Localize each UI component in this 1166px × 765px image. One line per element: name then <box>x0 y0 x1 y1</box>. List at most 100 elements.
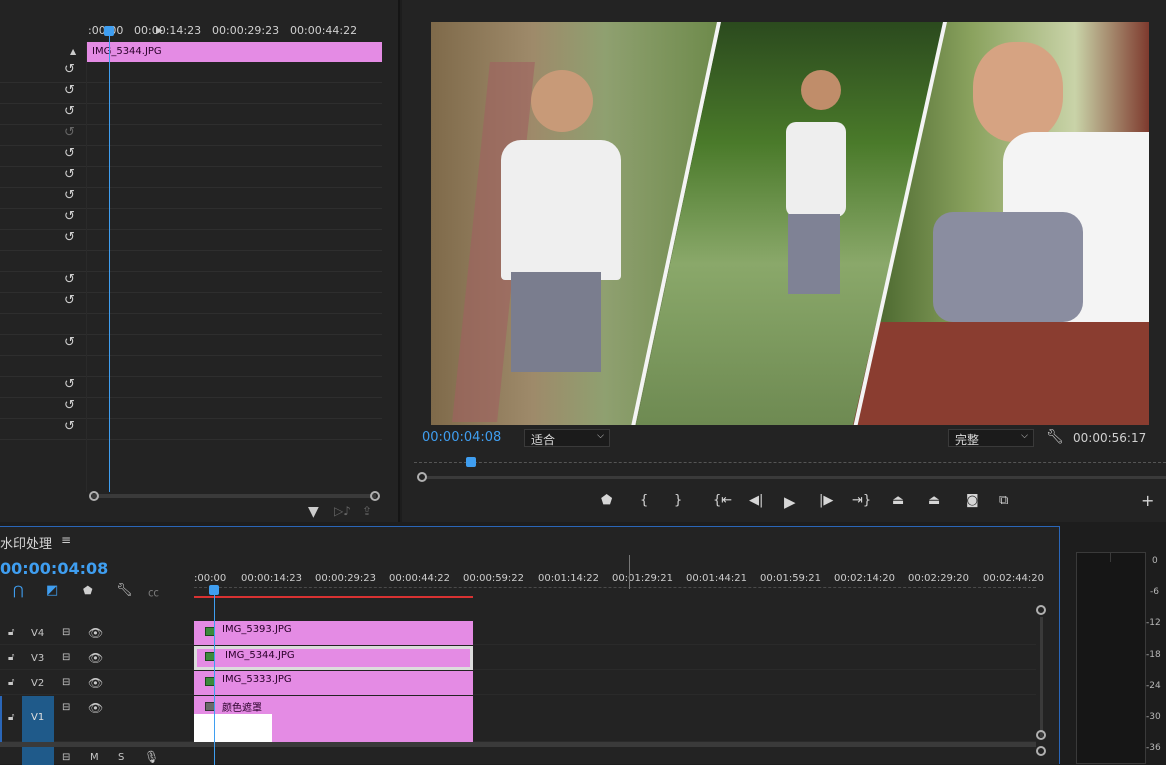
lock-icon[interactable]: 🔓︎ <box>8 677 14 688</box>
timeline-clip[interactable]: 颜色遮罩 <box>194 696 473 742</box>
reset-icon[interactable]: ↺ <box>64 209 75 224</box>
timeline-hscroll-handle[interactable] <box>1036 746 1046 756</box>
timeline-clip-selected[interactable]: IMG_5344.JPG <box>194 646 473 670</box>
monitor-current-time[interactable]: 00:00:04:08 <box>422 430 501 445</box>
snap-magnet-icon[interactable]: ⋂ <box>13 584 24 599</box>
reset-icon[interactable]: ↺ <box>64 104 75 119</box>
microphone-icon[interactable]: 🎙︎ <box>144 750 159 764</box>
track-divider[interactable] <box>0 742 1036 747</box>
go-to-out-icon[interactable]: ⇥} <box>852 493 871 508</box>
add-marker-icon[interactable]: ⬟ <box>83 584 93 597</box>
reset-icon[interactable]: ↺ <box>64 62 75 77</box>
fx-playhead[interactable] <box>109 30 110 492</box>
chevron-down-icon: ⌵ <box>1021 431 1028 441</box>
track-a1-target[interactable] <box>22 747 54 765</box>
lock-icon[interactable]: 🔓︎ <box>8 712 14 723</box>
sync-lock-icon[interactable]: ⊟ <box>62 677 70 688</box>
program-monitor-frame[interactable] <box>431 22 1149 425</box>
reset-icon: ↺ <box>64 125 75 140</box>
reset-icon[interactable]: ↺ <box>64 398 75 413</box>
meter-label: -30 <box>1146 712 1161 722</box>
timeline-vscroll-bottom[interactable] <box>1036 730 1046 740</box>
lift-icon[interactable]: ⏏ <box>892 493 904 508</box>
camera-icon[interactable]: ◙ <box>966 493 979 508</box>
reset-icon[interactable]: ↺ <box>64 272 75 287</box>
timeline-clip[interactable]: IMG_5333.JPG <box>194 671 473 695</box>
mute-button[interactable]: M <box>90 752 99 763</box>
lock-icon[interactable]: 🔓︎ <box>8 627 14 638</box>
monitor-scrollbar[interactable] <box>426 476 1166 479</box>
add-button-icon[interactable]: + <box>1141 491 1154 510</box>
timeline-ruler[interactable]: :00:00 00:00:14:23 00:00:29:23 00:00:44:… <box>194 555 1044 599</box>
fx-collapse-icon[interactable]: ▲ <box>70 47 76 56</box>
extract-icon[interactable]: ⏏ <box>928 493 940 508</box>
track-v1-target[interactable]: V1 <box>22 696 54 742</box>
quality-select-value: 完整 <box>955 433 980 447</box>
sequence-current-time[interactable]: 00:00:04:08 <box>0 559 108 578</box>
fx-divider <box>86 42 87 492</box>
quality-select[interactable]: 完整 ⌵ <box>948 429 1034 447</box>
timeline-vscrollbar[interactable] <box>1040 617 1043 737</box>
ruler-label: 00:01:29:21 <box>612 573 674 584</box>
wrench-icon[interactable]: 🔧︎ <box>1046 429 1064 445</box>
track-v1: 🔓︎ V1 ⊟ 👁︎ 颜色遮罩 <box>0 696 1036 742</box>
track-v3: 🔓︎ V3 ⊟ 👁︎ IMG_5344.JPG <box>0 646 1036 670</box>
reset-icon[interactable]: ↺ <box>64 83 75 98</box>
mark-in-icon[interactable]: { <box>640 493 648 508</box>
audio-clip-icon[interactable]: ▷♪ <box>334 504 351 518</box>
timeline-playhead-handle[interactable] <box>209 585 219 595</box>
linked-selection-icon[interactable]: ◩ <box>46 583 58 598</box>
sync-lock-icon[interactable]: ⊟ <box>62 752 70 763</box>
ruler-label: 00:02:29:20 <box>908 573 970 584</box>
effect-controls-ruler[interactable]: :00:00 00:00:14:23 00:00:29:23 00:00:44:… <box>86 0 382 44</box>
filter-icon[interactable]: ▼ <box>308 504 319 520</box>
monitor-mini-ruler[interactable] <box>414 462 1166 470</box>
sync-lock-icon[interactable]: ⊟ <box>62 652 70 663</box>
eye-icon[interactable]: 👁︎ <box>88 676 103 690</box>
step-forward-icon[interactable]: |▶ <box>819 493 833 508</box>
compare-view-icon[interactable]: ⧉ <box>999 493 1008 508</box>
audio-meter-panel: 0 -6 -12 -18 -24 -30 -36 <box>1062 526 1166 764</box>
reset-icon[interactable]: ↺ <box>64 146 75 161</box>
timeline-playhead[interactable] <box>214 587 215 765</box>
fx-scroll-right-handle[interactable] <box>370 491 380 501</box>
mark-out-icon[interactable]: } <box>674 493 682 508</box>
solo-button[interactable]: S <box>118 752 124 763</box>
wrench-icon[interactable]: 🔧︎ <box>116 583 133 598</box>
reset-icon[interactable]: ↺ <box>64 419 75 434</box>
zoom-select[interactable]: 适合 ⌵ <box>524 429 610 447</box>
timeline-vscroll-top[interactable] <box>1036 605 1046 615</box>
reset-icon[interactable]: ↺ <box>64 188 75 203</box>
reset-icon[interactable]: ↺ <box>64 167 75 182</box>
eye-icon[interactable]: 👁︎ <box>88 626 103 640</box>
eye-icon[interactable]: 👁︎ <box>88 651 103 665</box>
timeline-clip[interactable]: IMG_5393.JPG <box>194 621 473 645</box>
sequence-name[interactable]: 水印处理 <box>0 533 52 552</box>
fx-playhead-handle[interactable] <box>104 26 114 36</box>
export-icon[interactable]: ⇪ <box>362 504 372 518</box>
play-icon[interactable]: ▶ <box>784 493 796 511</box>
clip-thumbnail <box>194 714 272 742</box>
sync-lock-icon[interactable]: ⊟ <box>62 627 70 638</box>
go-to-in-icon[interactable]: {⇤ <box>713 493 732 508</box>
step-back-icon[interactable]: ◀| <box>749 493 763 508</box>
monitor-playhead-handle[interactable] <box>466 457 476 467</box>
monitor-scroll-left-handle[interactable] <box>417 472 427 482</box>
ruler-ticks <box>194 587 1036 595</box>
lock-icon[interactable]: 🔓︎ <box>8 652 14 663</box>
add-marker-icon[interactable]: ⬟ <box>601 493 612 508</box>
reset-icon[interactable]: ↺ <box>64 377 75 392</box>
fx-scrollbar[interactable] <box>92 494 376 498</box>
menu-icon[interactable]: ≡ <box>61 533 71 547</box>
fx-scroll-left-handle[interactable] <box>89 491 99 501</box>
reset-icon[interactable]: ↺ <box>64 293 75 308</box>
ruler-label: 00:01:44:21 <box>686 573 748 584</box>
eye-icon[interactable]: 👁︎ <box>88 701 103 715</box>
fx-tick-2: 00:00:29:23 <box>212 24 280 37</box>
fx-clip-bar[interactable]: IMG_5344.JPG <box>86 42 382 62</box>
sync-lock-icon[interactable]: ⊟ <box>62 702 70 713</box>
reset-icon[interactable]: ↺ <box>64 230 75 245</box>
reset-icon[interactable]: ↺ <box>64 335 75 350</box>
fx-triangle-right-icon[interactable]: ▶ <box>156 26 163 36</box>
captions-icon[interactable]: ㏄ <box>148 584 159 600</box>
